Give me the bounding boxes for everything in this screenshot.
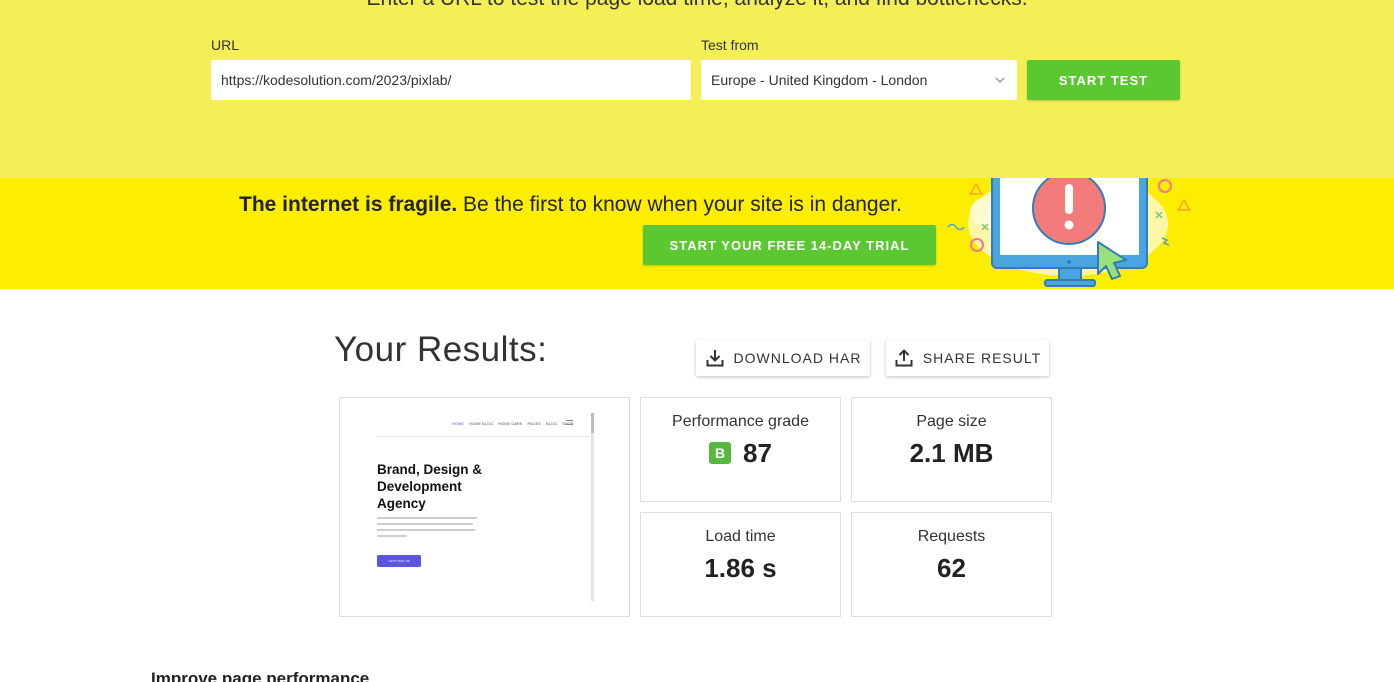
share-result-button[interactable]: SHARE RESULT (886, 340, 1049, 376)
thumbnail-heading: Brand, Design & Development Agency (377, 462, 483, 511)
page-size-card: Page size 2.1 MB (851, 397, 1052, 502)
start-test-button[interactable]: START TEST (1027, 60, 1180, 100)
thumbnail-menu-icon (566, 420, 573, 425)
banner-rest-text: Be the first to know when your site is i… (457, 193, 902, 216)
requests-label: Requests (917, 528, 986, 545)
thumbnail-nav: HOME HOME BLOG HOME DARK PAGES BLOG SHOP (452, 421, 573, 426)
share-icon (895, 349, 913, 367)
chevron-down-icon (995, 77, 1005, 84)
monitoring-banner: The internet is fragile. Be the first to… (0, 178, 1394, 289)
performance-grade-row: B 87 (641, 437, 840, 469)
test-location-select[interactable]: Europe - United Kingdom - London (701, 60, 1017, 100)
page-screenshot-thumbnail[interactable]: HOME HOME BLOG HOME DARK PAGES BLOG SHOP… (339, 397, 630, 617)
thumbnail-nav-item: HOME DARK (498, 421, 523, 426)
improve-performance-heading: Improve page performance (151, 669, 370, 682)
grade-badge: B (709, 442, 732, 464)
url-label: URL (211, 37, 240, 53)
monitor-alert-illustration (947, 178, 1192, 287)
banner-bold-text: The internet is fragile. (239, 193, 458, 216)
thumbnail-paragraph (377, 517, 477, 541)
load-time-card: Load time 1.86 s (640, 512, 841, 617)
thumbnail-cta: LET'S TALK US (377, 555, 421, 567)
download-har-button[interactable]: DOWNLOAD HAR (696, 340, 870, 376)
page-size-label: Page size (916, 413, 987, 430)
url-input[interactable] (211, 60, 691, 100)
results-title: Your Results: (334, 330, 548, 369)
download-har-label: DOWNLOAD HAR (733, 350, 862, 366)
hero-tagline: Enter a URL to test the page load time, … (0, 0, 1394, 11)
requests-card: Requests 62 (851, 512, 1052, 617)
thumbnail-nav-item: BLOG (545, 421, 558, 426)
requests-value: 62 (937, 553, 966, 583)
page-size-value: 2.1 MB (909, 438, 994, 468)
performance-grade-label: Performance grade (672, 413, 809, 430)
thumbnail-divider (376, 436, 592, 437)
share-result-label: SHARE RESULT (922, 350, 1042, 366)
performance-grade-value: 87 (743, 438, 772, 468)
load-time-value: 1.86 s (704, 553, 777, 583)
test-form-section: Enter a URL to test the page load time, … (0, 0, 1394, 178)
test-from-label: Test from (701, 37, 759, 53)
thumbnail-nav-item: HOME (452, 421, 464, 426)
free-trial-button[interactable]: START YOUR FREE 14-DAY TRIAL (643, 225, 936, 265)
thumbnail-scrollbar (591, 413, 594, 601)
performance-grade-card: Performance grade B 87 (640, 397, 841, 502)
thumbnail-nav-item: PAGES (527, 421, 541, 426)
thumbnail-nav-item: HOME BLOG (469, 421, 494, 426)
banner-headline: The internet is fragile. Be the first to… (239, 193, 902, 217)
download-icon (706, 350, 724, 367)
test-location-value: Europe - United Kingdom - London (711, 72, 928, 88)
load-time-label: Load time (705, 528, 776, 545)
